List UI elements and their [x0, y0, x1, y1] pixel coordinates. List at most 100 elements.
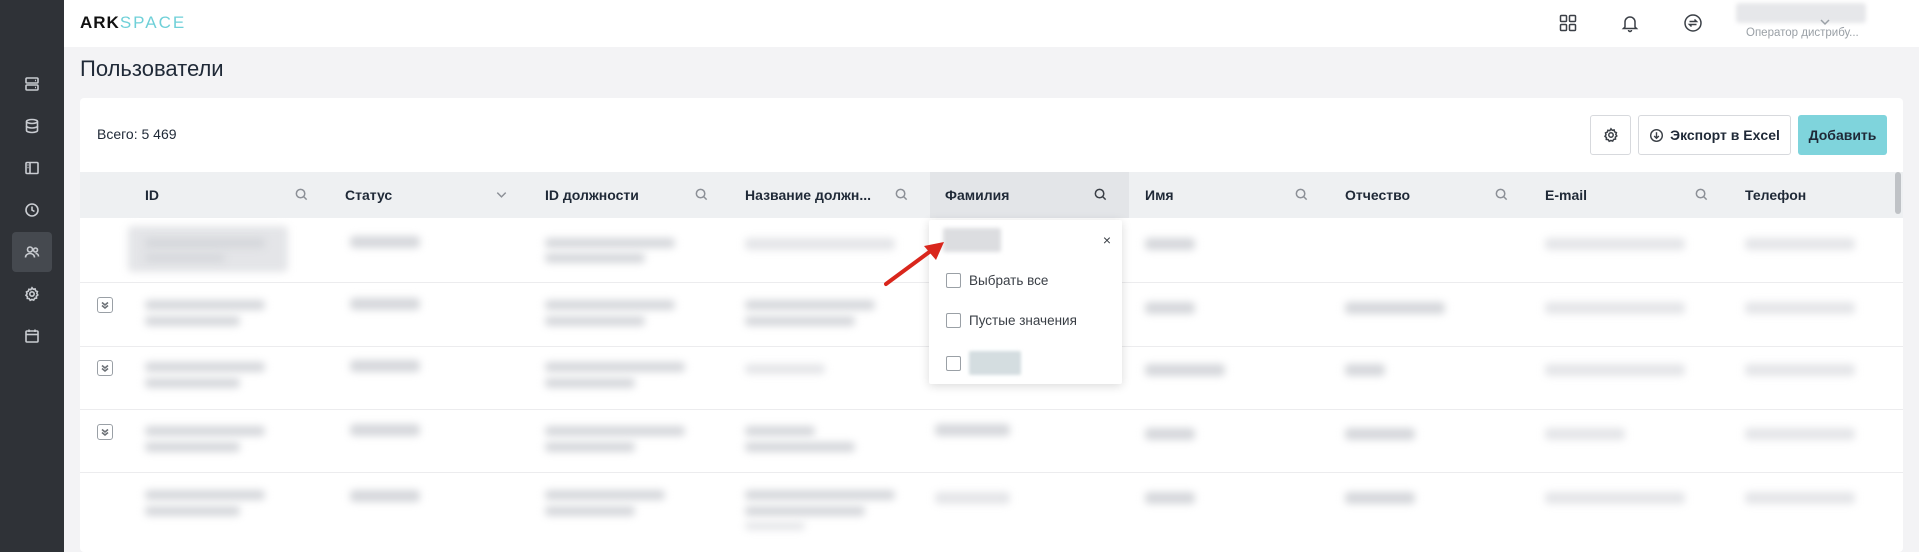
search-icon[interactable]	[1093, 187, 1109, 203]
expand-row-button[interactable]	[97, 424, 113, 440]
filter-option-select-all[interactable]: Выбрать все	[946, 270, 1048, 290]
search-icon[interactable]	[694, 187, 710, 203]
chevron-down-icon[interactable]	[1818, 15, 1834, 31]
sidebar-item-calendar[interactable]	[22, 326, 42, 346]
redacted-cell	[1745, 364, 1855, 376]
column-header-first-name[interactable]: Имя	[1145, 172, 1174, 218]
redacted-cell	[1745, 302, 1855, 314]
redacted-cell	[935, 424, 1010, 436]
redacted-cell	[745, 364, 825, 374]
redacted-cell	[145, 378, 240, 388]
column-header-email[interactable]: E-mail	[1545, 172, 1587, 218]
swap-circle-icon	[1684, 14, 1702, 32]
redacted-cell	[145, 316, 240, 326]
expand-row-button[interactable]	[97, 360, 113, 376]
filter-option-empty-values[interactable]: Пустые значения	[946, 310, 1077, 330]
checkbox[interactable]	[946, 312, 961, 328]
switch-context-button[interactable]	[1681, 11, 1705, 35]
redacted-cell	[1545, 302, 1685, 314]
redacted-cell	[745, 522, 805, 530]
redacted-cell	[1145, 238, 1195, 250]
redacted-cell	[350, 360, 420, 372]
sidebar-item-layout[interactable]	[22, 158, 42, 178]
redacted-cell	[545, 238, 675, 248]
app-logo[interactable]: ARKSPACE	[80, 13, 186, 33]
redacted-cell	[1145, 428, 1195, 440]
column-label: Фамилия	[945, 187, 1010, 203]
search-icon[interactable]	[294, 187, 310, 203]
search-icon[interactable]	[894, 187, 910, 203]
column-header-position-id[interactable]: ID должности	[545, 172, 639, 218]
redacted-cell	[145, 426, 265, 436]
column-label: ID должности	[545, 187, 639, 203]
chevron-double-down-icon	[101, 428, 109, 437]
bell-icon	[1621, 16, 1639, 33]
add-user-button[interactable]: Добавить	[1798, 115, 1887, 155]
database-icon	[25, 118, 39, 134]
export-excel-button[interactable]: Экспорт в Excel	[1638, 115, 1791, 155]
table-settings-button[interactable]	[1590, 115, 1631, 155]
filter-search-input[interactable]	[943, 228, 1001, 252]
redacted-cell	[1545, 238, 1685, 250]
redacted-cell	[145, 490, 265, 500]
column-header-position-name[interactable]: Название должн...	[745, 172, 871, 218]
filter-option-value[interactable]	[946, 350, 1021, 376]
sidebar-item-users[interactable]	[22, 242, 42, 262]
redacted-cell	[545, 253, 645, 263]
chevron-down-icon[interactable]	[494, 187, 510, 203]
column-header-id[interactable]: ID	[145, 172, 159, 218]
users-icon	[24, 246, 40, 258]
search-icon[interactable]	[1694, 187, 1710, 203]
apps-grid-button[interactable]	[1556, 11, 1580, 35]
redacted-cell	[745, 300, 875, 310]
layout-icon	[25, 161, 39, 175]
redacted-cell	[545, 378, 635, 388]
redacted-cell	[1145, 364, 1225, 376]
redacted-cell	[745, 426, 815, 436]
redacted-cell	[745, 238, 895, 250]
sidebar-item-servers[interactable]	[22, 74, 42, 94]
table-scrollbar[interactable]	[1895, 172, 1901, 214]
redacted-cell	[1745, 428, 1855, 440]
sidebar-item-history[interactable]	[22, 200, 42, 220]
user-menu[interactable]: Оператор дистрибу...	[1736, 3, 1886, 43]
notifications-button[interactable]	[1618, 11, 1642, 35]
redacted-cell	[1345, 364, 1385, 376]
redacted-cell	[935, 492, 1010, 504]
page-title: Пользователи	[80, 56, 224, 81]
server-list-icon	[25, 77, 39, 91]
redacted-cell	[1545, 364, 1685, 376]
total-count: Всего: 5 469	[97, 126, 177, 142]
gear-icon	[1603, 127, 1618, 143]
row-divider	[80, 472, 1903, 473]
user-role: Оператор дистрибу...	[1746, 27, 1859, 39]
user-name-redacted	[1736, 3, 1866, 23]
redacted-cell	[145, 238, 265, 248]
redacted-cell	[1145, 302, 1195, 314]
redacted-cell	[745, 490, 895, 500]
search-icon[interactable]	[1294, 187, 1310, 203]
redacted-cell	[545, 506, 635, 516]
redacted-cell	[1545, 492, 1685, 504]
add-button-label: Добавить	[1808, 127, 1877, 143]
redacted-cell	[545, 362, 685, 372]
gear-icon	[24, 286, 39, 302]
column-header-last-name[interactable]: Фамилия	[945, 172, 1009, 218]
sidebar-item-settings[interactable]	[22, 284, 42, 304]
logo-text-secondary: SPACE	[119, 13, 187, 32]
chevron-double-down-icon	[101, 364, 109, 373]
search-icon[interactable]	[1494, 187, 1510, 203]
sidebar-item-database[interactable]	[22, 116, 42, 136]
column-label: E-mail	[1545, 187, 1588, 203]
close-icon[interactable]: ×	[1099, 232, 1115, 248]
column-header-status[interactable]: Статус	[345, 172, 392, 218]
checkbox[interactable]	[946, 355, 961, 371]
redacted-cell	[1145, 492, 1195, 504]
logo-text-primary: ARK	[80, 13, 120, 32]
column-header-patronymic[interactable]: Отчество	[1345, 172, 1410, 218]
expand-row-button[interactable]	[97, 297, 113, 313]
column-label: Статус	[345, 187, 393, 203]
column-header-phone[interactable]: Телефон	[1745, 172, 1806, 218]
column-label: Название должн...	[745, 187, 872, 203]
column-label: ID	[145, 187, 159, 203]
